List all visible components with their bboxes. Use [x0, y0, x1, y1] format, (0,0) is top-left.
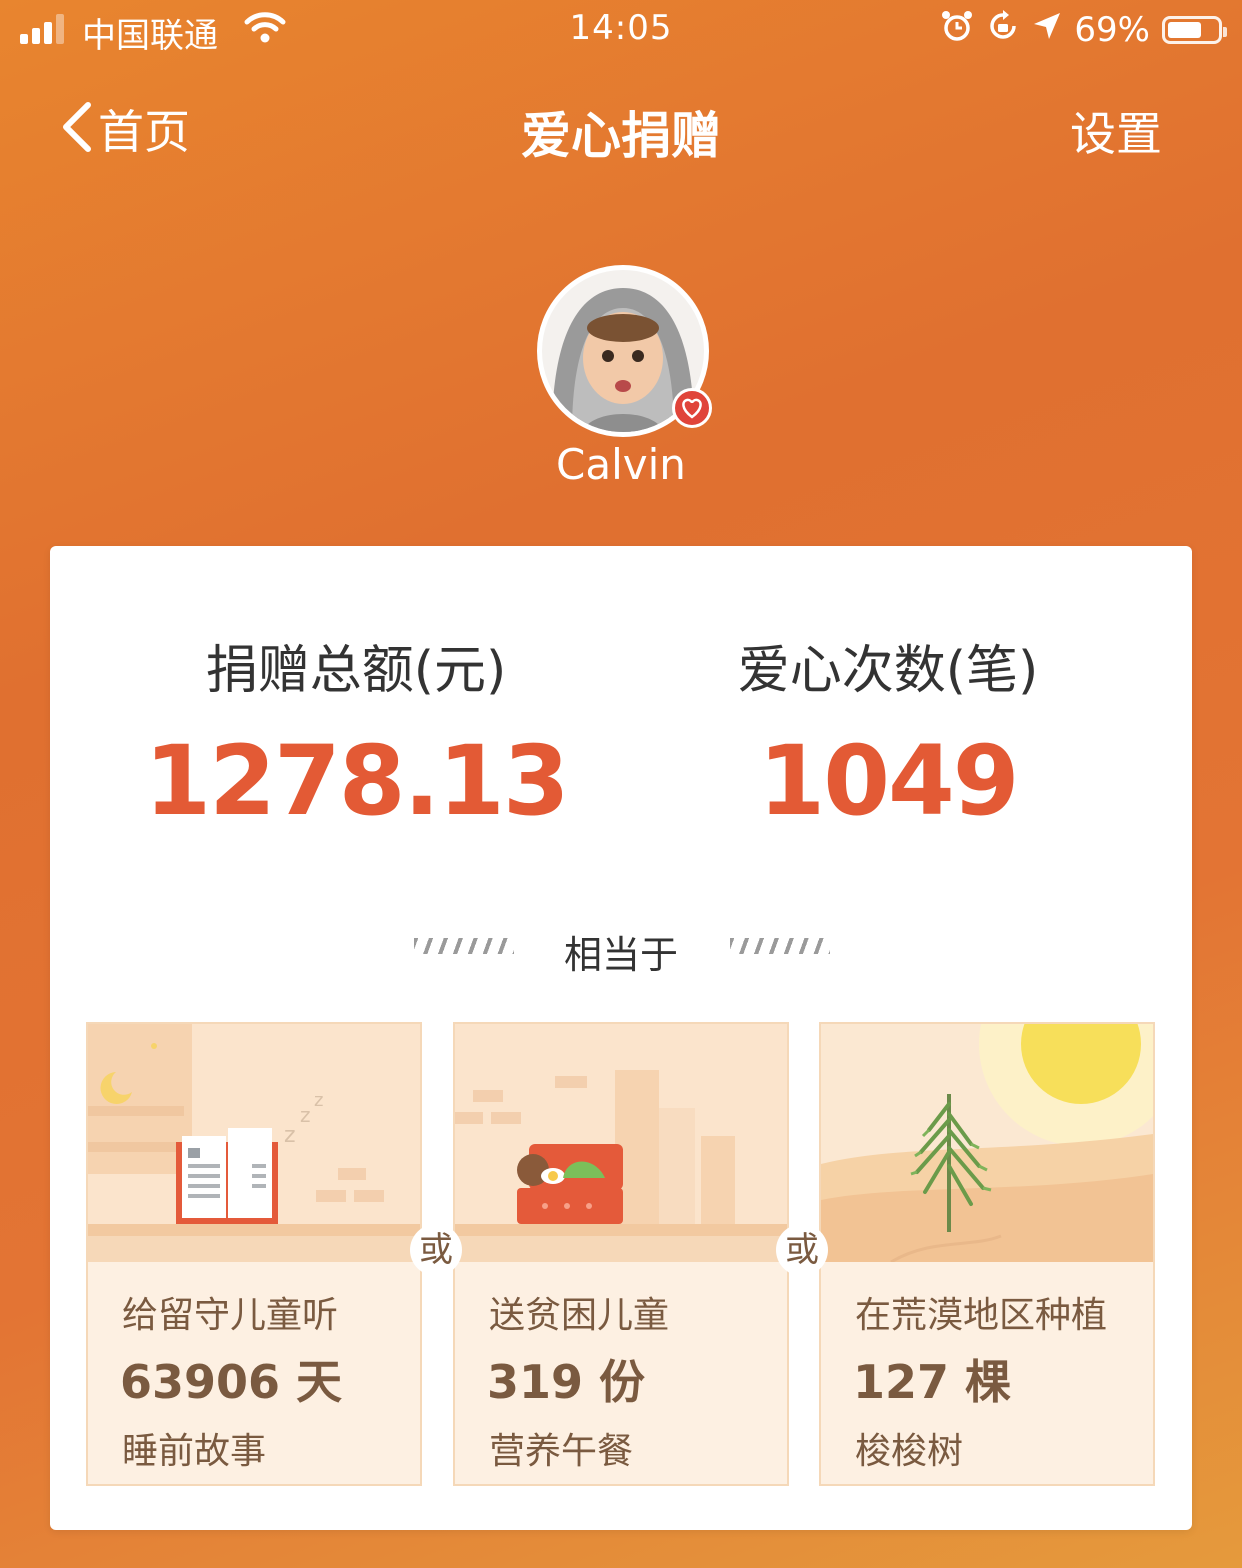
- donation-count-label: 爱心次数(笔): [737, 641, 1039, 701]
- svg-text:z: z: [300, 1103, 311, 1127]
- or-separator: 或: [410, 1224, 462, 1276]
- or-separator: 或: [776, 1224, 828, 1276]
- battery-percent: 69%: [1074, 10, 1150, 50]
- tile-amount: 319 份: [487, 1355, 646, 1409]
- tile-line3: 营养午餐: [489, 1431, 634, 1472]
- status-bar: 中国联通 14:05 69%: [0, 0, 1242, 60]
- divider-dashes-right: [730, 938, 830, 954]
- total-amount-value: 1278.13: [144, 725, 569, 837]
- page-title: 爱心捐赠: [521, 107, 721, 165]
- lunch-box-icon: [455, 1024, 787, 1262]
- donation-count-value: 1049: [758, 725, 1019, 837]
- donation-count-stat: 爱心次数(笔) 1049: [638, 636, 1138, 836]
- tile-line1: 送贫困儿童: [489, 1295, 670, 1336]
- donation-summary-card: 捐赠总额(元) 1278.13 爱心次数(笔) 1049 相当于 z z z 给…: [50, 546, 1192, 1530]
- total-amount-label: 捐赠总额(元): [205, 641, 507, 701]
- tile-bedtime-story[interactable]: z z z 给留守儿童听 63906 天 睡前故事: [86, 1022, 422, 1486]
- location-arrow-icon: [1032, 10, 1062, 50]
- battery-icon: [1162, 16, 1227, 44]
- tile-desert-tree[interactable]: 在荒漠地区种植 127 棵 梭梭树: [819, 1022, 1155, 1486]
- settings-button[interactable]: 设置: [1070, 98, 1162, 164]
- tile-line3: 梭梭树: [855, 1431, 964, 1472]
- desert-tree-icon: [821, 1024, 1153, 1262]
- svg-text:z: z: [284, 1123, 296, 1148]
- total-amount-stat: 捐赠总额(元) 1278.13: [106, 636, 606, 836]
- username: Calvin: [556, 440, 686, 489]
- alarm-icon: [940, 9, 974, 52]
- tile-line1: 在荒漠地区种植: [855, 1295, 1108, 1336]
- tile-amount: 63906 天: [120, 1355, 343, 1409]
- tile-line1: 给留守儿童听: [122, 1295, 339, 1336]
- tile-line3: 睡前故事: [122, 1431, 267, 1472]
- tile-nutrition-lunch[interactable]: 送贫困儿童 319 份 营养午餐: [453, 1022, 789, 1486]
- heart-badge-icon: [672, 388, 712, 428]
- tile-amount: 127 棵: [853, 1355, 1012, 1409]
- bedtime-story-book-icon: z z z: [88, 1024, 420, 1262]
- svg-text:z: z: [314, 1090, 323, 1111]
- rotation-lock-icon: [986, 9, 1020, 52]
- equivalent-label: 相当于: [563, 933, 678, 977]
